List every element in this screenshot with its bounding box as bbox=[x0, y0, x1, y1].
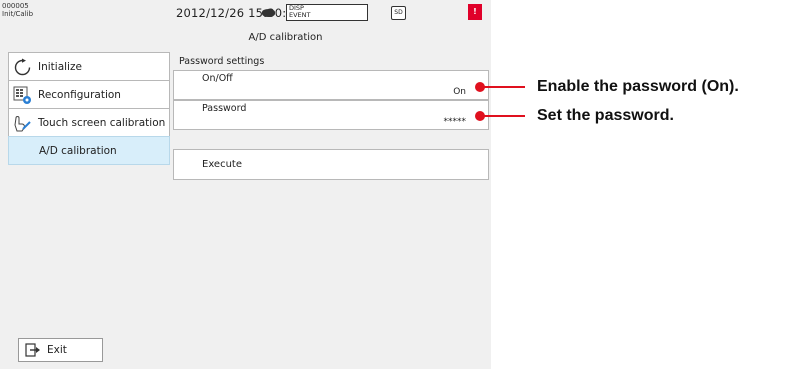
status-id-line2: Init/Calib bbox=[2, 10, 34, 18]
password-settings-label: Password settings bbox=[179, 56, 265, 67]
password-label: Password bbox=[202, 103, 247, 114]
onoff-label: On/Off bbox=[202, 73, 233, 84]
sidebar-item-ad-calibration[interactable]: A/D calibration bbox=[8, 136, 170, 165]
reconfiguration-icon bbox=[13, 86, 32, 105]
page-title: A/D calibration bbox=[248, 32, 323, 43]
sidebar-item-label: A/D calibration bbox=[39, 145, 117, 157]
sidebar-item-initialize[interactable]: Initialize bbox=[8, 52, 170, 81]
memory-disk-icon bbox=[262, 9, 275, 17]
exit-icon bbox=[25, 343, 41, 357]
exit-label: Exit bbox=[47, 344, 67, 356]
status-bar: 000005 Init/Calib 2012/12/26 15:30:13 DI… bbox=[0, 0, 491, 24]
sidebar-item-touch-screen-calibration[interactable]: Touch screen calibration bbox=[8, 108, 170, 137]
callout-enable-password: Enable the password (On). bbox=[537, 78, 739, 95]
password-setting[interactable]: Password ***** bbox=[173, 100, 489, 130]
touch-pen-icon bbox=[13, 114, 32, 133]
disp-event-box: DISP EVENT bbox=[286, 4, 368, 21]
event-label: EVENT bbox=[289, 11, 311, 19]
callout-line-enable bbox=[484, 86, 525, 88]
alarm-icon[interactable]: ! bbox=[468, 4, 482, 20]
execute-button[interactable]: Execute bbox=[173, 149, 489, 180]
sidebar-menu: Initialize Reconfiguration Touch screen … bbox=[8, 52, 170, 165]
password-onoff-setting[interactable]: On/Off On bbox=[173, 70, 489, 100]
sidebar-item-label: Initialize bbox=[38, 61, 82, 73]
status-id-line1: 000005 bbox=[2, 2, 29, 10]
callout-set-password: Set the password. bbox=[537, 107, 674, 124]
refresh-icon bbox=[13, 58, 32, 77]
status-id: 000005 Init/Calib bbox=[2, 2, 33, 18]
password-value: ***** bbox=[443, 117, 467, 127]
sidebar-item-reconfiguration[interactable]: Reconfiguration bbox=[8, 80, 170, 109]
status-datetime: 2012/12/26 15:30:13 bbox=[176, 6, 302, 20]
sidebar-item-label: Touch screen calibration bbox=[38, 117, 166, 129]
sd-card-icon: SD bbox=[391, 6, 406, 20]
onoff-value: On bbox=[453, 87, 466, 97]
device-screen: 000005 Init/Calib 2012/12/26 15:30:13 DI… bbox=[0, 0, 491, 369]
sidebar-item-label: Reconfiguration bbox=[38, 89, 121, 101]
callout-line-set bbox=[484, 115, 525, 117]
exit-button[interactable]: Exit bbox=[18, 338, 103, 362]
